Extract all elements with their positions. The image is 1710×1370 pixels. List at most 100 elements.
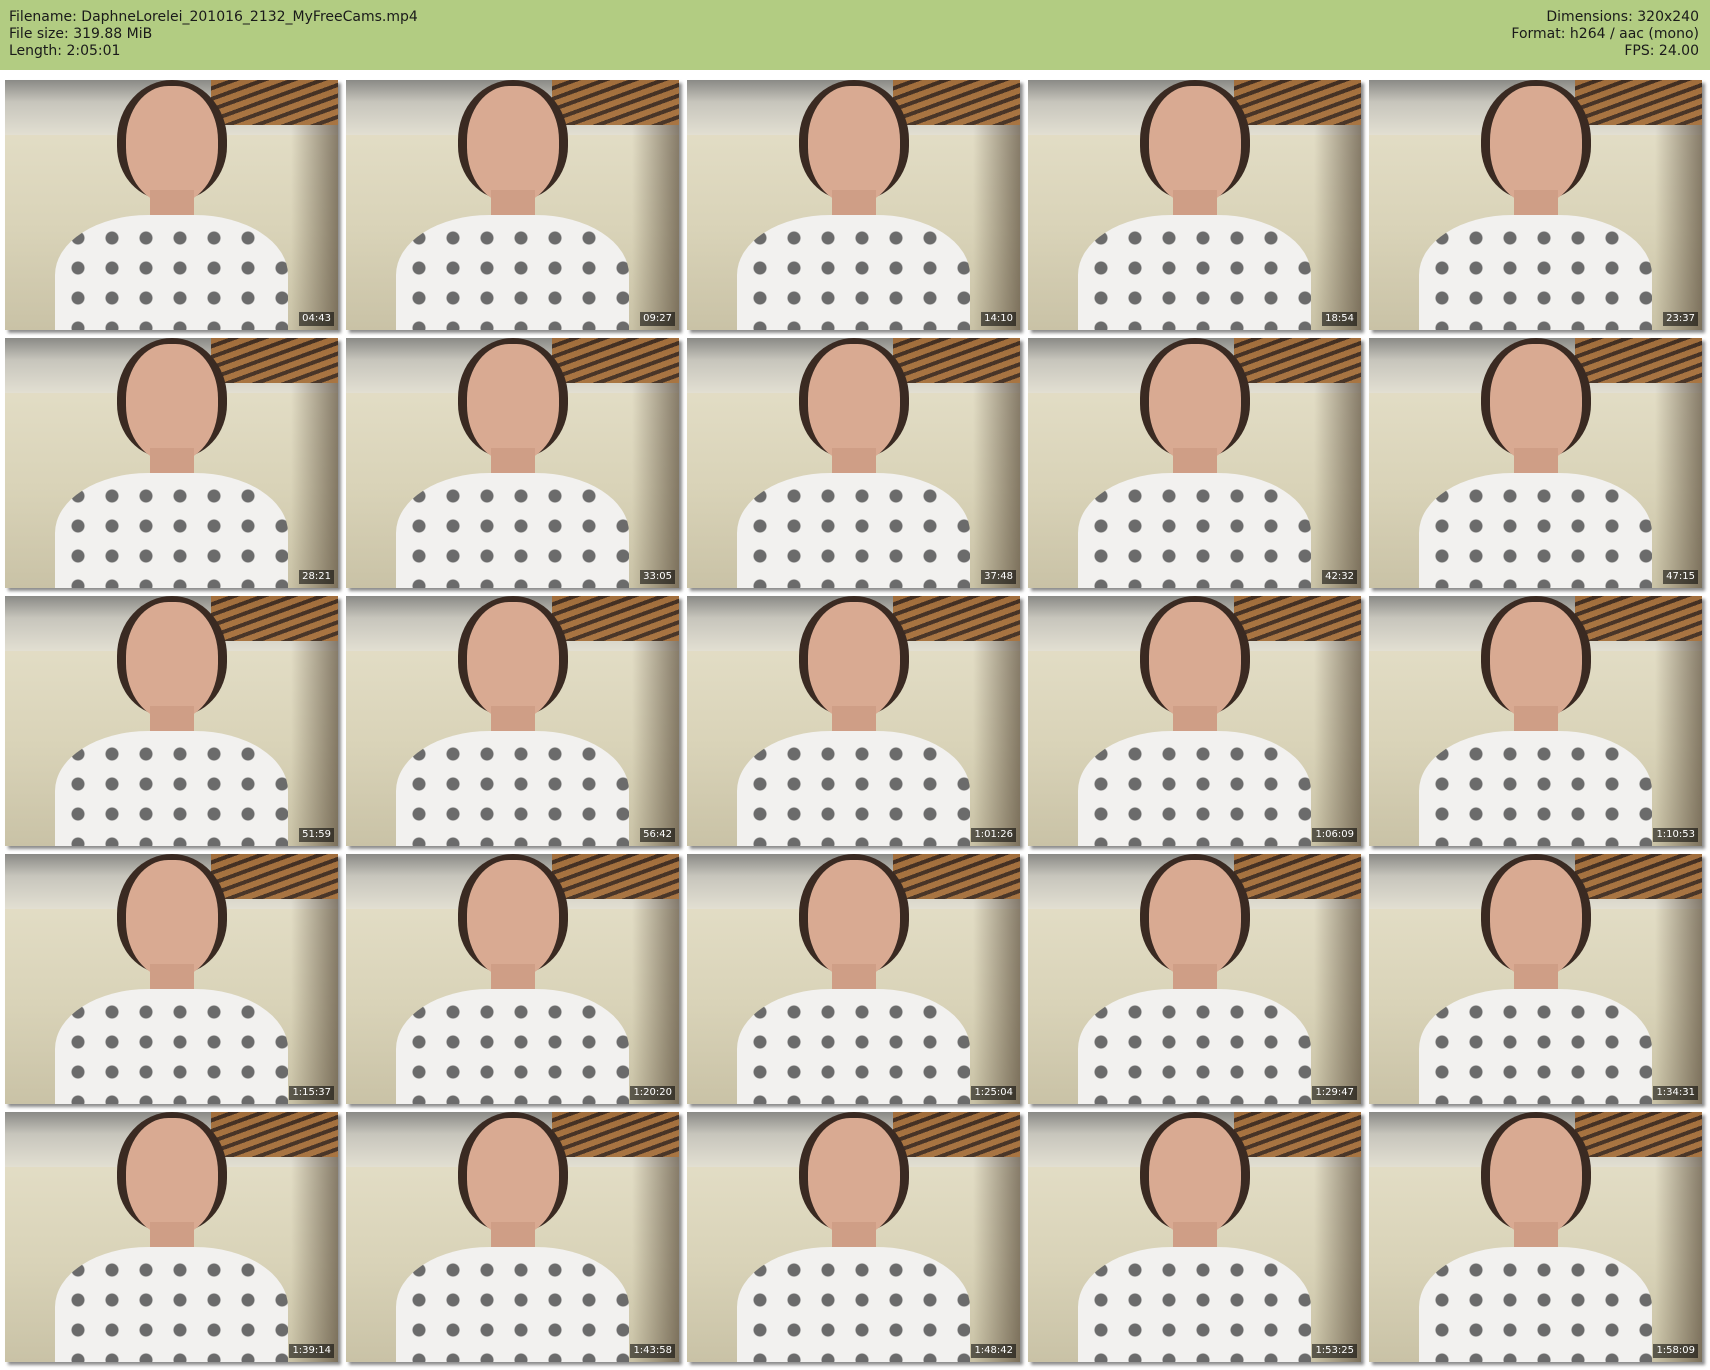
thumbnail-image <box>1369 596 1702 846</box>
video-thumbnail[interactable]: 18:54 <box>1028 80 1361 330</box>
thumbnail-image <box>1369 80 1702 330</box>
scene-dark-corner <box>632 125 679 330</box>
scene-shirt <box>395 473 630 588</box>
video-thumbnail[interactable]: 23:37 <box>1369 80 1702 330</box>
scene-dark-corner <box>1314 383 1361 588</box>
scene-face <box>466 1118 559 1236</box>
video-thumbnail[interactable]: 33:05 <box>346 338 679 588</box>
video-thumbnail[interactable]: 1:53:25 <box>1028 1112 1361 1362</box>
scene-dark-corner <box>1655 383 1702 588</box>
scene-bed-slats <box>211 596 338 641</box>
video-thumbnail[interactable]: 1:39:14 <box>5 1112 338 1362</box>
scene-face <box>1148 602 1241 720</box>
thumbnail-timestamp: 28:21 <box>299 570 334 584</box>
thumbnail-image <box>687 80 1020 330</box>
video-thumbnail[interactable]: 56:42 <box>346 596 679 846</box>
video-thumbnail[interactable]: 1:01:26 <box>687 596 1020 846</box>
scene-shirt <box>395 989 630 1104</box>
filename-label: Filename: DaphneLorelei_201016_2132_MyFr… <box>9 9 418 25</box>
file-info-right: Dimensions: 320x240 Format: h264 / aac (… <box>1511 9 1699 60</box>
thumbnail-timestamp: 1:20:20 <box>630 1086 675 1100</box>
video-thumbnail[interactable]: 1:43:58 <box>346 1112 679 1362</box>
scene-face <box>466 344 559 462</box>
scene-bed-slats <box>893 338 1020 383</box>
fps-label: FPS: 24.00 <box>1624 43 1699 59</box>
thumbnail-image <box>346 854 679 1104</box>
thumbnail-image <box>687 596 1020 846</box>
thumbnail-timestamp: 14:10 <box>981 312 1016 326</box>
scene-bed-slats <box>1575 80 1702 125</box>
scene-shirt <box>1418 1247 1653 1362</box>
video-thumbnail[interactable]: 37:48 <box>687 338 1020 588</box>
scene-bed-slats <box>1575 1112 1702 1157</box>
thumbnail-timestamp: 33:05 <box>640 570 675 584</box>
thumbnail-image <box>5 338 338 588</box>
scene-shirt <box>1418 215 1653 330</box>
scene-shirt <box>395 731 630 846</box>
video-thumbnail[interactable]: 1:20:20 <box>346 854 679 1104</box>
video-thumbnail[interactable]: 28:21 <box>5 338 338 588</box>
scene-bed-slats <box>893 1112 1020 1157</box>
video-thumbnail[interactable]: 42:32 <box>1028 338 1361 588</box>
thumbnail-timestamp: 42:32 <box>1322 570 1357 584</box>
video-thumbnail[interactable]: 47:15 <box>1369 338 1702 588</box>
thumbnail-image <box>346 338 679 588</box>
scene-dark-corner <box>1314 125 1361 330</box>
thumbnail-image <box>1369 854 1702 1104</box>
scene-shirt <box>736 989 971 1104</box>
video-thumbnail[interactable]: 1:48:42 <box>687 1112 1020 1362</box>
scene-face <box>1489 1118 1582 1236</box>
thumbnail-timestamp: 1:39:14 <box>289 1344 334 1358</box>
thumbnail-timestamp: 56:42 <box>640 828 675 842</box>
scene-shirt <box>736 731 971 846</box>
thumbnail-timestamp: 1:53:25 <box>1312 1344 1357 1358</box>
thumbnail-image <box>1028 80 1361 330</box>
scene-bed-slats <box>1234 338 1361 383</box>
thumbnail-timestamp: 1:25:04 <box>971 1086 1016 1100</box>
scene-dark-corner <box>291 641 338 846</box>
video-thumbnail[interactable]: 14:10 <box>687 80 1020 330</box>
video-thumbnail[interactable]: 1:58:09 <box>1369 1112 1702 1362</box>
thumbnail-image <box>1028 854 1361 1104</box>
scene-dark-corner <box>973 1157 1020 1362</box>
thumbnail-image <box>1369 1112 1702 1362</box>
scene-dark-corner <box>291 125 338 330</box>
thumbnail-timestamp: 1:06:09 <box>1312 828 1357 842</box>
thumbnail-timestamp: 1:15:37 <box>289 1086 334 1100</box>
scene-shirt <box>395 1247 630 1362</box>
video-thumbnail[interactable]: 1:10:53 <box>1369 596 1702 846</box>
scene-bed-slats <box>1234 80 1361 125</box>
scene-bed-slats <box>211 338 338 383</box>
scene-shirt <box>54 473 289 588</box>
video-thumbnail[interactable]: 1:34:31 <box>1369 854 1702 1104</box>
video-thumbnail[interactable]: 04:43 <box>5 80 338 330</box>
scene-dark-corner <box>291 899 338 1104</box>
scene-face <box>807 1118 900 1236</box>
video-thumbnail[interactable]: 1:25:04 <box>687 854 1020 1104</box>
scene-bed-slats <box>893 80 1020 125</box>
scene-face <box>1489 860 1582 978</box>
scene-dark-corner <box>291 383 338 588</box>
scene-dark-corner <box>291 1157 338 1362</box>
scene-dark-corner <box>1314 1157 1361 1362</box>
thumbnail-image <box>687 1112 1020 1362</box>
video-thumbnail[interactable]: 1:06:09 <box>1028 596 1361 846</box>
thumbnail-timestamp: 1:01:26 <box>971 828 1016 842</box>
scene-face <box>125 344 218 462</box>
scene-bed-slats <box>552 338 679 383</box>
dimensions-label: Dimensions: 320x240 <box>1546 9 1699 25</box>
thumbnail-image <box>687 854 1020 1104</box>
thumbnail-image <box>346 80 679 330</box>
file-info-left: Filename: DaphneLorelei_201016_2132_MyFr… <box>9 9 418 60</box>
scene-face <box>1148 860 1241 978</box>
video-thumbnail[interactable]: 1:29:47 <box>1028 854 1361 1104</box>
thumbnail-timestamp: 04:43 <box>299 312 334 326</box>
scene-bed-slats <box>552 1112 679 1157</box>
video-thumbnail[interactable]: 09:27 <box>346 80 679 330</box>
scene-face <box>125 860 218 978</box>
scene-dark-corner <box>973 899 1020 1104</box>
scene-shirt <box>736 473 971 588</box>
thumbnail-image <box>1028 338 1361 588</box>
video-thumbnail[interactable]: 51:59 <box>5 596 338 846</box>
video-thumbnail[interactable]: 1:15:37 <box>5 854 338 1104</box>
